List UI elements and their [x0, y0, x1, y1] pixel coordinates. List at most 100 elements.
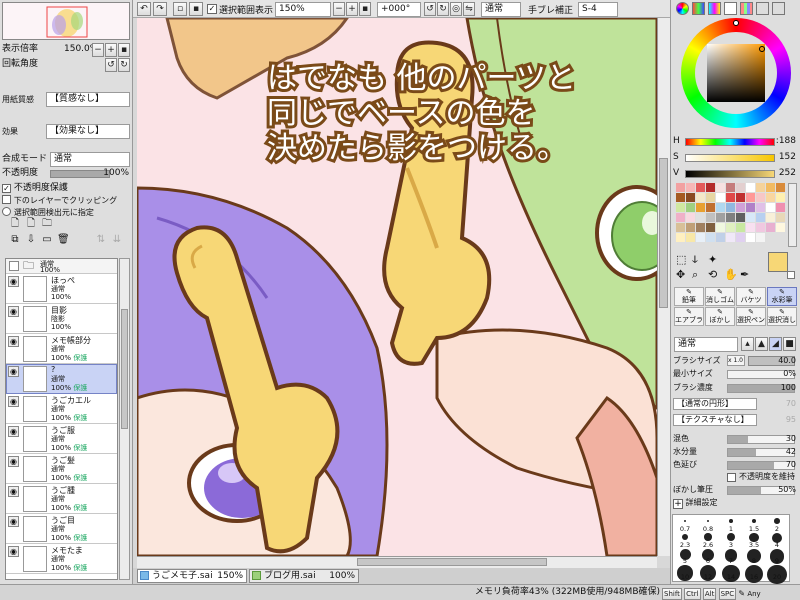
rotate-ccw-button[interactable]: ↺: [424, 2, 436, 16]
mode-select[interactable]: 通常: [481, 2, 521, 17]
color-swatch[interactable]: [696, 223, 705, 232]
selection-display-checkbox[interactable]: ✓: [207, 4, 217, 14]
color-swatch[interactable]: [696, 183, 705, 192]
brush-size-dot[interactable]: [706, 519, 710, 523]
color-swatch[interactable]: [736, 213, 745, 222]
color-swatch[interactable]: [776, 203, 785, 212]
lasso-icon[interactable]: ↆ: [692, 253, 698, 266]
color-swatch[interactable]: [716, 223, 725, 232]
texture-select[interactable]: 【質感なし】: [46, 92, 130, 107]
layer-row[interactable]: ◉ ほっぺ 通常 100%: [6, 274, 117, 304]
color-swatch[interactable]: [686, 203, 695, 212]
rect-select-icon[interactable]: ⬚: [676, 253, 686, 266]
color-swatch[interactable]: [756, 193, 765, 202]
file-tab-2[interactable]: ブログ用.sai 100%: [249, 569, 359, 583]
color-swatch[interactable]: [676, 193, 685, 202]
water-slider[interactable]: [727, 448, 795, 457]
layer-row[interactable]: ◉ うごカエル 通常 100% 保護: [6, 394, 117, 424]
color-swatch[interactable]: [706, 233, 715, 242]
layer-row[interactable]: ◉ うご腫 通常 100% 保護: [6, 484, 117, 514]
visibility-eye-icon[interactable]: ◉: [8, 276, 19, 287]
new-folder-icon[interactable]: 🗀: [41, 218, 53, 230]
rotate-reset-button[interactable]: ◎: [450, 2, 462, 16]
navigator-thumbnail[interactable]: [2, 2, 130, 40]
color-swatch[interactable]: [776, 193, 785, 202]
keep-opacity-checkbox[interactable]: [727, 473, 736, 482]
new-layer-icon[interactable]: 🗋: [9, 218, 21, 230]
toolbar-zoom-in-button[interactable]: +: [346, 2, 358, 16]
visibility-eye-icon[interactable]: ◉: [8, 366, 19, 377]
brush-tool-button[interactable]: ✎ ぼかし: [705, 307, 735, 326]
layer-scroll-thumb[interactable]: [121, 309, 128, 429]
deselect-button[interactable]: ▫: [173, 2, 187, 16]
color-swatch[interactable]: [716, 233, 725, 242]
color-swatch[interactable]: [746, 213, 755, 222]
color-swatch[interactable]: [696, 193, 705, 202]
color-swatch[interactable]: [686, 223, 695, 232]
brush-tool-button[interactable]: ✎ 鉛筆: [674, 287, 704, 306]
visibility-eye-icon[interactable]: ◉: [8, 486, 19, 497]
color-swatch[interactable]: [756, 203, 765, 212]
brush-shape-select[interactable]: 【通常の円形】: [673, 398, 757, 410]
stretch-slider[interactable]: [727, 461, 795, 470]
brush-tool-button[interactable]: ✎ 選択消し: [767, 307, 797, 326]
swatch-toggle-icon[interactable]: [740, 2, 753, 15]
brush-size-dot[interactable]: [704, 533, 712, 541]
color-swatch[interactable]: [736, 233, 745, 242]
folder-visibility-icon[interactable]: [9, 261, 19, 271]
zoom-select[interactable]: 150%: [275, 2, 331, 17]
color-swatch[interactable]: [676, 213, 685, 222]
color-swatch[interactable]: [726, 203, 735, 212]
brush-tool-button[interactable]: ✎ 水彩筆: [767, 287, 797, 306]
zoom-tool-icon[interactable]: ⌕: [692, 268, 698, 281]
brush-size-dot[interactable]: [774, 518, 780, 524]
folder-row[interactable]: 🗀 通常 100%: [6, 259, 117, 274]
color-swatch[interactable]: [756, 213, 765, 222]
color-swatch[interactable]: [776, 213, 785, 222]
color-swatch[interactable]: [696, 213, 705, 222]
color-swatch[interactable]: [736, 203, 745, 212]
rotate-right-button[interactable]: ↻: [118, 58, 130, 72]
brush-tool-button[interactable]: ✎ 選択ペン: [736, 307, 766, 326]
color-swatch[interactable]: [736, 193, 745, 202]
detail-row[interactable]: + 詳細設定: [673, 497, 799, 509]
color-swatch[interactable]: [766, 193, 775, 202]
color-swatch[interactable]: [726, 233, 735, 242]
brush-mode-select[interactable]: 通常: [674, 337, 738, 352]
extra-toggle-icon[interactable]: [772, 2, 785, 15]
color-swatch[interactable]: [726, 223, 735, 232]
color-swatch[interactable]: [716, 213, 725, 222]
visibility-eye-icon[interactable]: ◉: [8, 426, 19, 437]
color-swatch[interactable]: [706, 203, 715, 212]
secondary-color-swatch[interactable]: [787, 271, 795, 279]
color-swatch[interactable]: [686, 233, 695, 242]
brush-size-multiplier[interactable]: x 1.0: [727, 355, 745, 366]
zoom-in-button[interactable]: +: [105, 43, 117, 57]
color-swatch[interactable]: [746, 183, 755, 192]
eyedropper-icon[interactable]: ✒: [740, 268, 749, 281]
color-swatch[interactable]: [676, 223, 685, 232]
flip-horizontal-button[interactable]: ⇋: [463, 2, 475, 16]
file-tab-1[interactable]: うごメモ子.sai 150%: [137, 569, 247, 583]
visibility-eye-icon[interactable]: ◉: [8, 396, 19, 407]
color-swatch[interactable]: [686, 193, 695, 202]
color-swatch[interactable]: [726, 183, 735, 192]
blend-amount-slider[interactable]: [727, 435, 795, 444]
move-icon[interactable]: ✥: [676, 268, 685, 281]
invert-selection-button[interactable]: ▪: [189, 2, 203, 16]
color-wheel[interactable]: [681, 18, 791, 128]
color-swatch[interactable]: [716, 203, 725, 212]
color-swatch[interactable]: [766, 183, 775, 192]
color-swatch[interactable]: [736, 183, 745, 192]
select-source-radio[interactable]: [2, 207, 11, 216]
rgb-slider-toggle-icon[interactable]: [692, 2, 705, 15]
color-swatch[interactable]: [766, 223, 775, 232]
color-swatch[interactable]: [706, 183, 715, 192]
color-swatch[interactable]: [736, 223, 745, 232]
brush-size-dot[interactable]: [684, 520, 686, 522]
brush-tool-button[interactable]: ✎エアブラシ: [674, 307, 704, 326]
stabilizer-select[interactable]: S-4: [578, 2, 618, 17]
blend-select[interactable]: 通常: [50, 152, 130, 167]
rotation-select[interactable]: +000°: [377, 2, 421, 17]
toolbar-zoom-out-button[interactable]: −: [333, 2, 345, 16]
